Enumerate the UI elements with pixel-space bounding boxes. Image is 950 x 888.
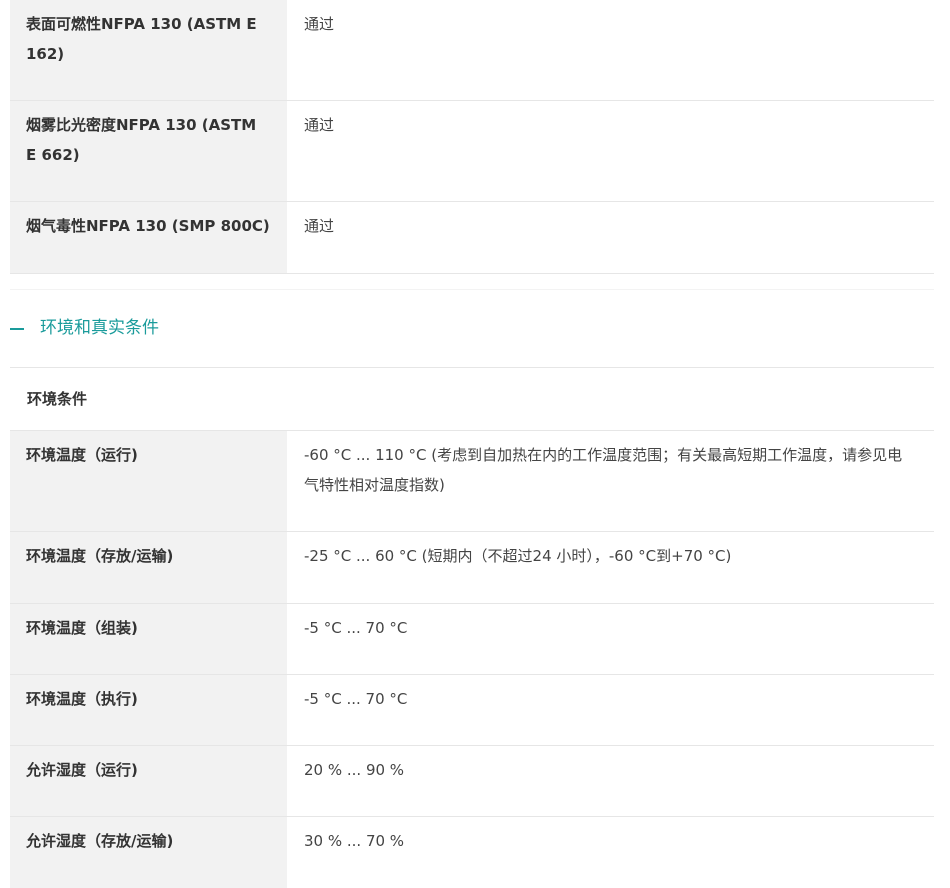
section-toggle-environment[interactable]: 环境和真实条件 bbox=[10, 306, 934, 351]
divider bbox=[10, 289, 934, 290]
table-row: 烟气毒性NFPA 130 (SMP 800C) 通过 bbox=[10, 202, 934, 274]
row-label: 环境温度（存放/运输) bbox=[10, 532, 287, 603]
row-value: -25 °C ... 60 °C (短期内（不超过24 小时），-60 °C到+… bbox=[304, 547, 732, 565]
row-value: -5 °C ... 70 °C bbox=[304, 619, 408, 637]
divider bbox=[10, 367, 934, 368]
row-value: 20 % ... 90 % bbox=[304, 761, 405, 779]
row-label: 环境温度（运行) bbox=[10, 431, 287, 531]
row-label: 烟气毒性NFPA 130 (SMP 800C) bbox=[10, 202, 287, 273]
fire-properties-table: 表面可燃性NFPA 130 (ASTM E 162) 通过 烟雾比光密度NFPA… bbox=[10, 0, 934, 274]
row-label: 环境温度（执行) bbox=[10, 675, 287, 745]
row-value: 通过 bbox=[304, 15, 335, 33]
row-label: 表面可燃性NFPA 130 (ASTM E 162) bbox=[10, 0, 287, 100]
table-row: 烟雾比光密度NFPA 130 (ASTM E 662) 通过 bbox=[10, 101, 934, 202]
table-row: 环境温度（存放/运输) -25 °C ... 60 °C (短期内（不超过24 … bbox=[10, 532, 934, 604]
minus-icon[interactable] bbox=[10, 327, 24, 330]
row-value: 通过 bbox=[304, 116, 335, 134]
row-label: 允许湿度（运行) bbox=[10, 746, 287, 816]
table-row: 环境温度（组装) -5 °C ... 70 °C bbox=[10, 604, 934, 675]
table-row: 表面可燃性NFPA 130 (ASTM E 162) 通过 bbox=[10, 0, 934, 101]
row-value: 30 % ... 70 % bbox=[304, 832, 405, 850]
row-label: 允许湿度（存放/运输) bbox=[10, 817, 287, 888]
row-value: 通过 bbox=[304, 217, 335, 235]
spec-page: 表面可燃性NFPA 130 (ASTM E 162) 通过 烟雾比光密度NFPA… bbox=[10, 0, 934, 274]
row-value: -5 °C ... 70 °C bbox=[304, 690, 408, 708]
row-value: -60 °C ... 110 °C (考虑到自加热在内的工作温度范围；有关最高短… bbox=[304, 446, 903, 494]
table-row: 允许湿度（存放/运输) 30 % ... 70 % bbox=[10, 817, 934, 888]
table-row: 环境温度（执行) -5 °C ... 70 °C bbox=[10, 675, 934, 746]
environment-conditions-table: 环境温度（运行) -60 °C ... 110 °C (考虑到自加热在内的工作温… bbox=[10, 431, 934, 888]
section-title[interactable]: 环境和真实条件 bbox=[40, 306, 159, 351]
table-row: 允许湿度（运行) 20 % ... 90 % bbox=[10, 746, 934, 817]
subsection-title: 环境条件 bbox=[27, 390, 88, 408]
table-row: 环境温度（运行) -60 °C ... 110 °C (考虑到自加热在内的工作温… bbox=[10, 431, 934, 532]
row-label: 环境温度（组装) bbox=[10, 604, 287, 674]
row-label: 烟雾比光密度NFPA 130 (ASTM E 662) bbox=[10, 101, 287, 201]
